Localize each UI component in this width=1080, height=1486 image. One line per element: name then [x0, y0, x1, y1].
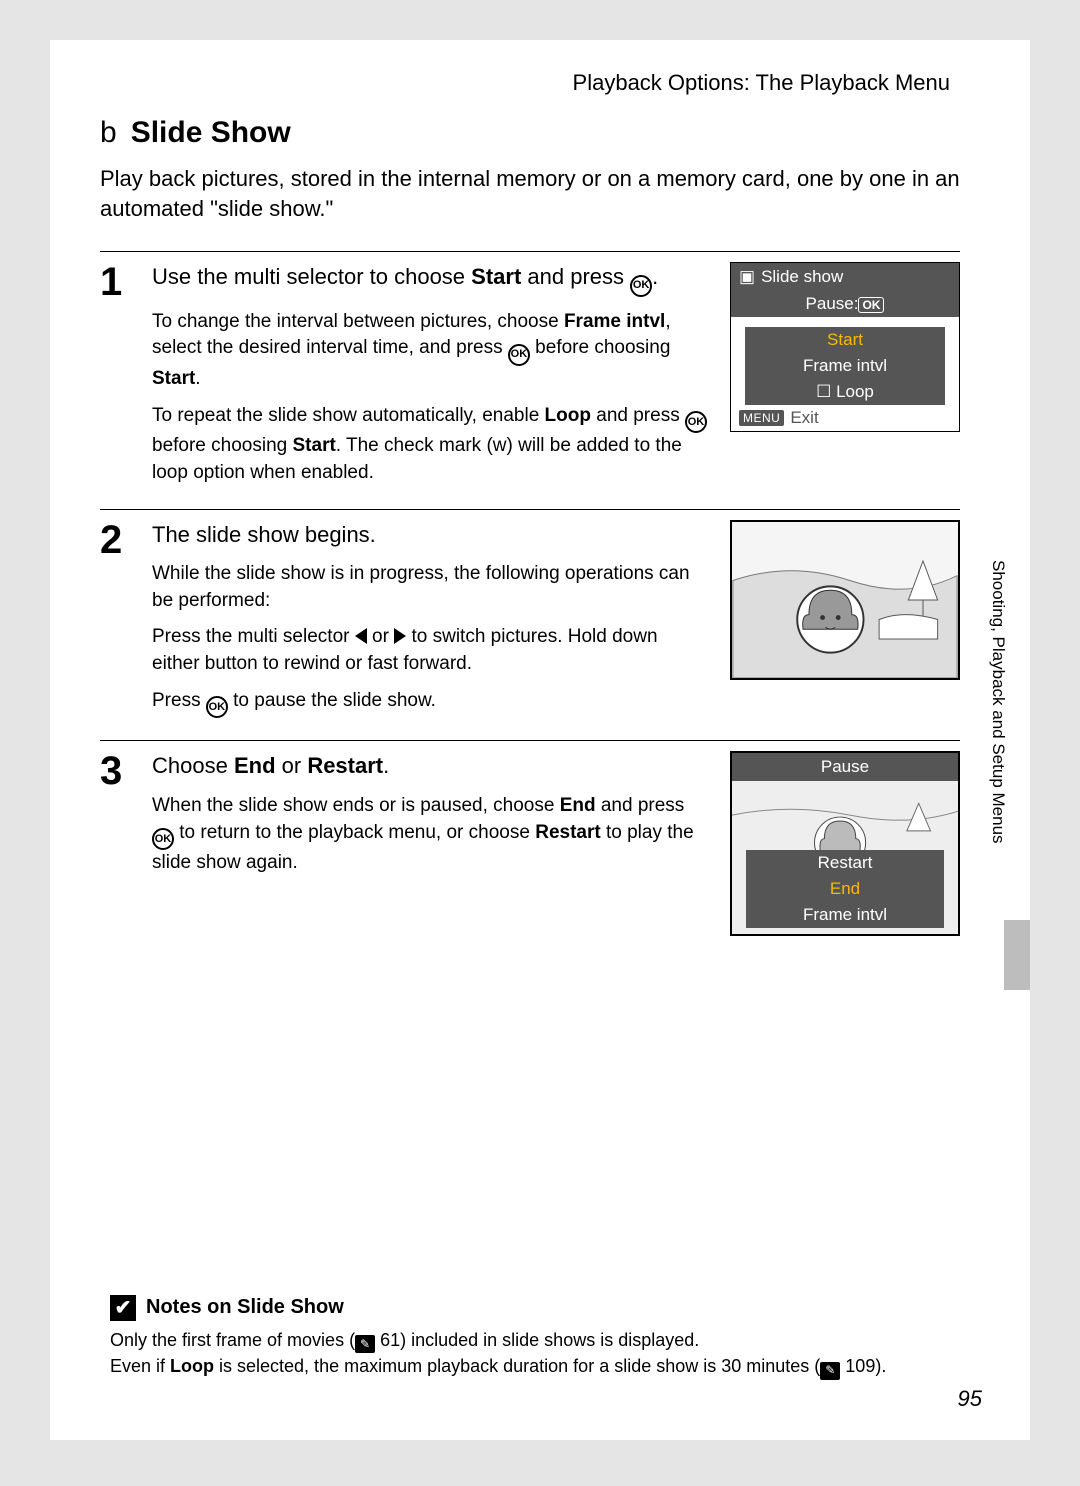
text: to return to the playback menu, or choos… — [174, 822, 535, 843]
text-bold: Start — [152, 368, 195, 389]
camera-lcd-pause-menu: Pause Restart End Frame intvl — [730, 751, 960, 936]
side-chapter-label: Shooting, Playback and Setup Menus — [988, 560, 1008, 844]
text-bold: End — [234, 753, 276, 778]
text: and press — [596, 795, 685, 816]
ok-button-icon: OK — [508, 344, 530, 366]
text: before choosing — [530, 337, 671, 358]
ok-button-icon: OK — [152, 828, 174, 850]
step-paragraph: To change the interval between pictures,… — [152, 309, 710, 393]
text: 109). — [840, 1356, 886, 1376]
step-paragraph: While the slide show is in progress, the… — [152, 561, 710, 614]
section-header: Playback Options: The Playback Menu — [100, 70, 960, 96]
text: and press — [591, 405, 685, 426]
step-1: 1 Use the multi selector to choose Start… — [100, 251, 960, 496]
text-bold: Restart — [307, 753, 383, 778]
text: Exit — [790, 408, 818, 428]
step-number: 1 — [100, 262, 134, 496]
notes-heading: ✔ Notes on Slide Show — [110, 1295, 910, 1321]
text-bold: Start — [293, 435, 336, 456]
step-number: 3 — [100, 751, 134, 936]
side-thumb-tab — [1004, 920, 1030, 990]
lcd-title-bar: ▣ Slide show — [731, 263, 959, 291]
text: Only the first frame of movies ( — [110, 1330, 355, 1350]
page-ref-icon: ✎ — [355, 1335, 375, 1353]
intro-paragraph: Play back pictures, stored in the intern… — [100, 164, 960, 223]
lcd-menu-start: Start — [745, 327, 945, 353]
text-bold: Loop — [170, 1356, 214, 1376]
text-bold: Loop — [545, 405, 591, 426]
page-title: b Slide Show — [100, 116, 960, 150]
text: Use the multi selector to choose — [152, 264, 471, 289]
lcd-menu-restart: Restart — [746, 850, 944, 876]
text-bold: Start — [471, 264, 521, 289]
notes-title: Notes on Slide Show — [146, 1296, 344, 1319]
check-icon: ✔ — [110, 1295, 136, 1321]
ok-button-icon: OK — [858, 297, 884, 313]
text: 61) included in slide shows is displayed… — [375, 1330, 699, 1350]
text: . The check mark ( — [336, 435, 493, 456]
menu-button-icon: MENU — [739, 410, 784, 426]
text: . — [383, 753, 389, 778]
lcd-background-illustration — [732, 781, 958, 861]
note-line: Even if Loop is selected, the maximum pl… — [110, 1353, 910, 1380]
ok-button-icon: OK — [206, 696, 228, 718]
slideshow-mode-icon: b — [100, 116, 117, 150]
playback-icon: ▣ — [739, 267, 755, 287]
checkmark-glyph: w — [493, 435, 507, 456]
right-arrow-icon — [394, 628, 406, 644]
text: To repeat the slide show automatically, … — [152, 405, 545, 426]
step-paragraph: Press the multi selector or to switch pi… — [152, 624, 710, 677]
text: Even if — [110, 1356, 170, 1376]
ok-button-icon: OK — [630, 275, 652, 297]
text: Choose — [152, 753, 234, 778]
text: To change the interval between pictures,… — [152, 311, 564, 332]
step-3: 3 Choose End or Restart. When the slide … — [100, 740, 960, 936]
lcd-footer: MENU Exit — [731, 405, 959, 431]
lcd-menu-end: End — [746, 876, 944, 902]
step-heading: The slide show begins. — [152, 520, 710, 550]
text: is selected, the maximum playback durati… — [214, 1356, 820, 1376]
lcd-menu-loop: ☐ Loop — [745, 379, 945, 405]
step-heading: Use the multi selector to choose Start a… — [152, 262, 710, 296]
step-2: 2 The slide show begins. While the slide… — [100, 509, 960, 729]
sample-photo-illustration — [730, 520, 960, 680]
page-ref-icon: ✎ — [820, 1362, 840, 1380]
text-bold: End — [560, 795, 596, 816]
text: . — [195, 368, 200, 389]
text: When the slide show ends or is paused, c… — [152, 795, 560, 816]
text: or — [367, 626, 394, 647]
notes-section: ✔ Notes on Slide Show Only the first fra… — [110, 1295, 910, 1380]
page-number: 95 — [958, 1386, 982, 1412]
lcd-title: Slide show — [761, 267, 843, 287]
text: Pause: — [806, 294, 859, 313]
text: and press — [521, 264, 630, 289]
text: or — [276, 753, 308, 778]
lcd-pause-row: Pause:OK — [731, 291, 959, 317]
text: before choosing — [152, 435, 293, 456]
text: Loop — [836, 382, 874, 401]
left-arrow-icon — [355, 628, 367, 644]
text: to pause the slide show. — [228, 690, 436, 711]
step-number: 2 — [100, 520, 134, 729]
step-paragraph: When the slide show ends or is paused, c… — [152, 793, 710, 877]
step-heading: Choose End or Restart. — [152, 751, 710, 781]
step-paragraph: Press OK to pause the slide show. — [152, 688, 710, 719]
text: Press — [152, 690, 206, 711]
camera-lcd-slideshow-menu: ▣ Slide show Pause:OK Start Frame intvl … — [730, 262, 960, 432]
ok-button-icon: OK — [685, 411, 707, 433]
title-text: Slide Show — [131, 116, 291, 150]
step-paragraph: To repeat the slide show automatically, … — [152, 403, 710, 487]
lcd-menu-frame-intvl: Frame intvl — [745, 353, 945, 379]
text: Press the multi selector — [152, 626, 355, 647]
note-line: Only the first frame of movies (✎ 61) in… — [110, 1327, 910, 1354]
text-bold: Frame intvl — [564, 311, 665, 332]
lcd-menu-frame-intvl: Frame intvl — [746, 902, 944, 928]
text-bold: Restart — [535, 822, 600, 843]
manual-page: Playback Options: The Playback Menu b Sl… — [50, 40, 1030, 1440]
lcd-pause-title: Pause — [732, 753, 958, 781]
